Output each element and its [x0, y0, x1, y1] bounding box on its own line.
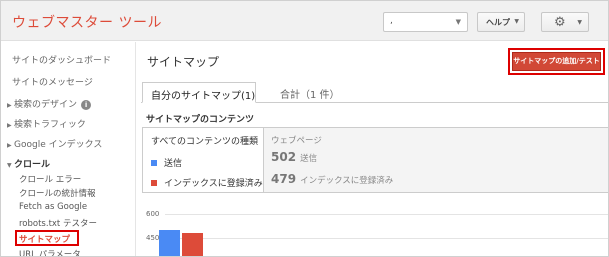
sidebar-item-fetch-as-google[interactable]: Fetch as Google [19, 202, 87, 212]
gear-icon: ⚙ [554, 15, 566, 30]
chevron-down-icon: ▼ [577, 19, 582, 26]
stat-submitted: 502 送信 [271, 150, 317, 164]
page-title: サイトマップ [147, 55, 220, 69]
sidebar-item-label: Google インデックス [14, 140, 103, 150]
sidebar-item-label: 検索トラフィック [14, 120, 86, 130]
site-selector[interactable]: , ▼ [383, 12, 468, 32]
stat-label: インデックスに登録済み [300, 176, 394, 186]
gridline [165, 238, 608, 239]
stat-value: 502 [271, 150, 297, 164]
sidebar-item-robots-tester[interactable]: robots.txt テスター [19, 217, 97, 229]
tab-my-sitemaps[interactable]: 自分のサイトマップ(1) [142, 82, 256, 103]
legend-label: 送信 [164, 159, 183, 169]
chevron-down-icon: ▼ [514, 18, 519, 25]
sidebar-item-dashboard[interactable]: サイトのダッシュボード [12, 53, 111, 66]
legend-label: インデックスに登録済み [164, 179, 263, 189]
content-type-label: すべてのコンテンツの種類 [151, 137, 259, 147]
sidebar-item-crawl-stats[interactable]: クロールの統計情報 [19, 187, 96, 199]
highlight-box: サイトマップの追加/テスト [508, 48, 605, 75]
sidebar-item-crawl[interactable]: ▼ クロール [7, 157, 50, 170]
top-header: ウェブマスター ツール , ▼ ヘルプ ▼ ⚙ ▼ [1, 1, 608, 41]
y-tick-label: 450 [146, 234, 160, 242]
webmaster-tools-window: ウェブマスター ツール , ▼ ヘルプ ▼ ⚙ ▼ サイトのダッシュボード サイ… [0, 0, 609, 257]
help-button-label: ヘルプ [486, 18, 510, 27]
sidebar-item-search-traffic[interactable]: ▶ 検索トラフィック [7, 117, 86, 130]
site-selector-value: , [390, 16, 393, 26]
stat-label: 送信 [300, 154, 318, 164]
stat-value: 479 [271, 172, 297, 186]
legend-swatch [151, 180, 157, 186]
highlight-box [15, 230, 79, 246]
chart-bar-submitted [159, 229, 180, 256]
sidebar-item-label: クロール [14, 160, 51, 170]
tab-all[interactable]: 合計（1 件） [272, 82, 348, 103]
sidebar-item-crawl-errors[interactable]: クロール エラー [19, 173, 81, 185]
content-type-card[interactable]: すべてのコンテンツの種類 送信 インデックスに登録済み [142, 127, 264, 193]
stats-panel[interactable]: ウェブページ 502 送信 479 インデックスに登録済み [264, 127, 608, 193]
help-button[interactable]: ヘルプ ▼ [477, 12, 525, 32]
info-icon[interactable]: i [81, 100, 92, 110]
legend-item-indexed: インデックスに登録済み [151, 176, 263, 189]
sidebar-item-url-parameters[interactable]: URL パラメータ [19, 248, 81, 256]
expand-triangle-icon: ▶ [7, 122, 12, 129]
stats-header: ウェブページ [271, 136, 322, 146]
settings-button[interactable]: ⚙ ▼ [541, 12, 589, 32]
sidebar-item-google-index[interactable]: ▶ Google インデックス [7, 137, 102, 150]
sidebar: サイトのダッシュボード サイトのメッセージ ▶ 検索のデザイン i ▶ 検索トラフィッ… [1, 42, 136, 256]
sitemap-chart: 600 450 [141, 205, 608, 256]
y-tick-label: 600 [146, 210, 160, 218]
sidebar-item-messages[interactable]: サイトのメッセージ [12, 75, 93, 88]
add-test-sitemap-button[interactable]: サイトマップの追加/テスト [512, 52, 601, 71]
legend-swatch [151, 160, 157, 166]
collapse-triangle-icon: ▼ [7, 162, 12, 169]
chart-bar-indexed [182, 233, 203, 256]
section-title: サイトマップのコンテンツ [146, 115, 255, 125]
sidebar-item-label: 検索のデザイン [14, 100, 78, 110]
expand-triangle-icon: ▶ [7, 102, 12, 109]
gridline [165, 214, 608, 215]
app-title[interactable]: ウェブマスター ツール [12, 12, 162, 32]
chevron-down-icon: ▼ [455, 18, 461, 26]
legend-item-submitted: 送信 [151, 156, 182, 169]
sidebar-item-search-appearance[interactable]: ▶ 検索のデザイン i [7, 97, 92, 110]
stat-indexed: 479 インデックスに登録済み [271, 172, 393, 186]
expand-triangle-icon: ▶ [7, 142, 12, 149]
